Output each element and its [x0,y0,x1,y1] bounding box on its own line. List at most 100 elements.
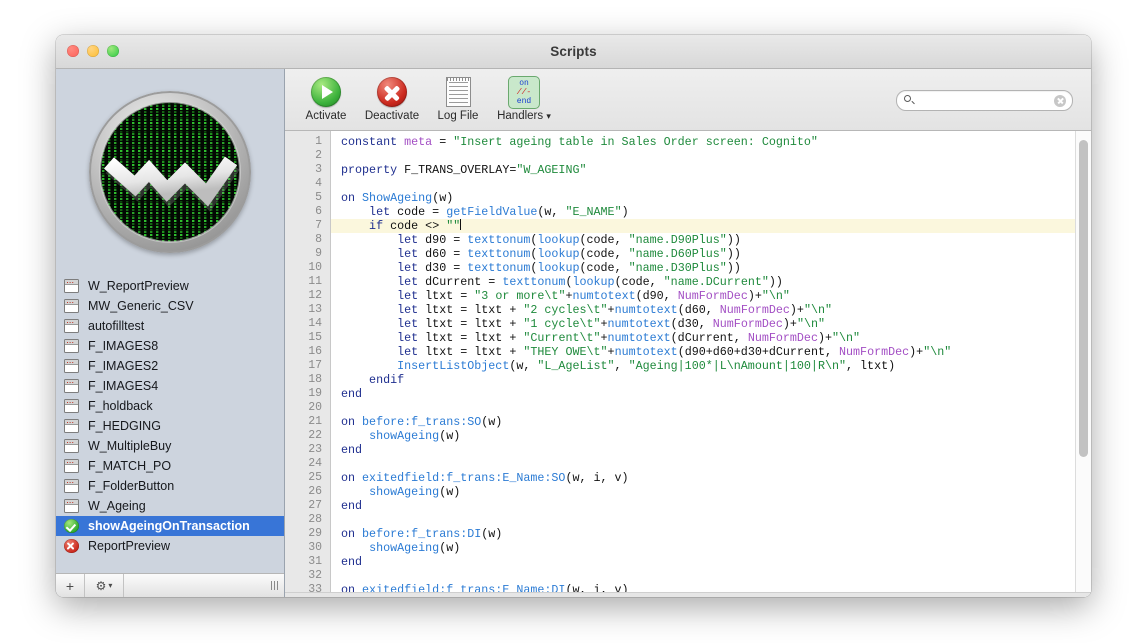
line-number: 9 [315,247,322,260]
line-number-gutter: 1 2 3 4 5 6 7 8 9 10 11 12 13 14 15 16 17 18 19 20 21 22 23 24 2… [285,131,331,592]
code-line[interactable] [331,513,1091,527]
code-token: let [341,205,398,219]
code-line[interactable]: let ltxt = ltxt + "THEY OWE\t"+numtotext… [331,345,1091,359]
code-token: "2 cycles\t" [523,303,608,317]
handlers-menu-button[interactable]: on //- end Handlers ▾ [491,75,557,122]
script-list-item[interactable]: showAgeingOnTransaction [56,516,284,536]
code-token: (d90+d60+d30+dCurrent, [677,345,840,359]
code-line[interactable]: on before:f_trans:DI(w) [331,527,1091,541]
line-number: 20 [308,401,322,414]
search-input[interactable] [918,93,1054,108]
code-line[interactable]: let d90 = texttonum(lookup(code, "name.D… [331,233,1091,247]
code-line[interactable]: let dCurrent = texttonum(lookup(code, "n… [331,275,1091,289]
code-token: (code, [579,233,629,247]
code-line[interactable]: on before:f_trans:SO(w) [331,415,1091,429]
code-token: )+ [789,303,804,317]
script-list-item[interactable]: F_MATCH_PO [56,456,284,476]
code-line[interactable]: let code = getFieldValue(w, "E_NAME") [331,205,1091,219]
line-number: 27 [308,499,322,512]
code-line[interactable]: let ltxt = ltxt + "2 cycles\t"+numtotext… [331,303,1091,317]
code-line[interactable]: let ltxt = ltxt + "Current\t"+numtotext(… [331,331,1091,345]
code-token: texttonum [467,261,531,275]
code-token: "name.D60Plus" [628,247,727,261]
code-token: )) [726,261,741,275]
code-line[interactable]: constant meta = "Insert ageing table in … [331,135,1091,149]
clear-search-icon[interactable] [1054,94,1066,107]
code-token: meta [404,135,433,149]
code-line[interactable]: showAgeing(w) [331,485,1091,499]
code-token: (w) [439,485,461,499]
code-line[interactable]: if code <> "" [331,219,1091,233]
script-list-item[interactable]: ReportPreview [56,536,284,556]
handlers-box-icon: on //- end [508,75,540,109]
code-line[interactable] [331,401,1091,415]
code-line[interactable] [331,177,1091,191]
code-editor[interactable]: 1 2 3 4 5 6 7 8 9 10 11 12 13 14 15 16 17 18 19 20 21 22 23 24 2… [285,131,1091,592]
script-list-item[interactable]: F_holdback [56,396,284,416]
doc-icon [64,499,79,513]
script-list-item[interactable]: autofilltest [56,316,284,336]
code-line[interactable]: let ltxt = "3 or more\t"+numtotext(d90, … [331,289,1091,303]
code-token: lookup [537,261,580,275]
code-line[interactable]: property F_TRANS_OVERLAY="W_AGEING" [331,163,1091,177]
script-list-item[interactable]: MW_Generic_CSV [56,296,284,316]
script-list-item[interactable]: W_MultipleBuy [56,436,284,456]
code-line[interactable]: let d60 = texttonum(lookup(code, "name.D… [331,247,1091,261]
code-line[interactable]: on ShowAgeing(w) [331,191,1091,205]
code-token: "Ageing|100*|L\nAmount|100|R\n" [628,359,847,373]
maximize-button[interactable] [107,45,119,57]
script-list-item[interactable]: W_ReportPreview [56,276,284,296]
code-line[interactable]: on exitedfield:f_trans:E_Name:DI(w, i, v… [331,583,1091,592]
code-token: )+ [782,317,797,331]
line-number: 26 [308,485,322,498]
sidebar-bottom-filler [124,574,284,597]
scrollbar-thumb[interactable] [1079,140,1088,457]
script-list-item[interactable]: W_Ageing [56,496,284,516]
line-number: 18 [308,373,322,386]
code-line[interactable]: end [331,387,1091,401]
code-line[interactable]: end [331,555,1091,569]
deactivate-button[interactable]: Deactivate [359,77,425,122]
code-line[interactable]: on exitedfield:f_trans:E_Name:SO(w, i, v… [331,471,1091,485]
matrix-circle-logo-icon [89,90,251,253]
code-line[interactable] [331,149,1091,163]
log-file-button[interactable]: Log File [425,77,491,122]
search-field[interactable] [896,90,1073,111]
code-line[interactable]: end [331,499,1091,513]
code-line[interactable]: end [331,443,1091,457]
code-line[interactable] [331,569,1091,583]
code-line[interactable]: showAgeing(w) [331,541,1091,555]
scripts-window: Scripts W_ReportPreview MW_Generic_CSV a… [56,35,1091,597]
line-number: 7 [315,219,322,232]
add-script-button[interactable]: + [56,574,85,597]
script-list-item[interactable]: F_FolderButton [56,476,284,496]
script-actions-menu-button[interactable]: ⚙ ▾ [85,574,124,597]
line-number: 21 [308,415,322,428]
code-line[interactable] [331,457,1091,471]
script-list-item[interactable]: F_IMAGES8 [56,336,284,356]
code-line[interactable]: showAgeing(w) [331,429,1091,443]
minimize-button[interactable] [87,45,99,57]
activate-button[interactable]: Activate [293,77,359,122]
resize-grip-icon[interactable] [271,581,279,590]
line-number: 1 [315,135,322,148]
code-token: (w) [481,415,503,429]
script-list-item-label: F_FolderButton [88,479,175,493]
code-line[interactable]: let ltxt = ltxt + "1 cycle\t"+numtotext(… [331,317,1091,331]
script-list-item[interactable]: F_HEDGING [56,416,284,436]
close-button[interactable] [67,45,79,57]
code-line[interactable]: InsertListObject(w, "L_AgeList", "Ageing… [331,359,1091,373]
editor-vertical-scrollbar[interactable] [1075,131,1091,592]
doc-icon [64,319,79,333]
script-list-item[interactable]: F_IMAGES2 [56,356,284,376]
code-line[interactable]: let d30 = texttonum(lookup(code, "name.D… [331,261,1091,275]
code-line[interactable]: endif [331,373,1091,387]
script-list-item[interactable]: F_IMAGES4 [56,376,284,396]
script-list[interactable]: W_ReportPreview MW_Generic_CSV autofilltes… [56,274,284,573]
code-area[interactable]: constant meta = "Insert ageing table in … [331,131,1091,592]
code-token: property [341,163,405,177]
code-token: on [341,583,363,592]
code-token: lookup [537,233,580,247]
